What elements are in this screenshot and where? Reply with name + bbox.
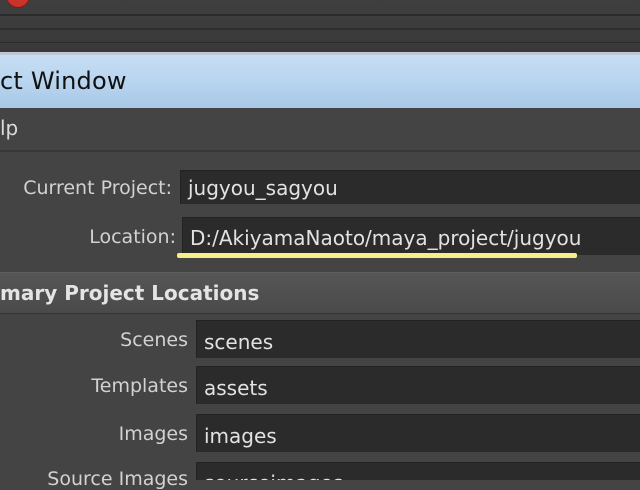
menu-bar: lp [0, 108, 640, 152]
templates-label: Templates [91, 375, 188, 397]
templates-value: assets [204, 376, 268, 400]
current-project-field[interactable]: jugyou_sagyou [180, 170, 640, 204]
highlight-underline [177, 253, 577, 258]
close-icon[interactable] [6, 0, 30, 8]
scenes-label: Scenes [120, 329, 188, 351]
current-project-label: Current Project: [23, 177, 172, 199]
templates-field[interactable]: assets [196, 366, 640, 404]
toolbar-divider [0, 28, 640, 30]
images-value: images [204, 424, 277, 448]
window-title: ct Window [0, 67, 127, 95]
section-title: mary Project Locations [0, 281, 260, 305]
images-field[interactable]: images [196, 414, 640, 452]
source-images-field[interactable]: sourceimages [196, 462, 640, 480]
toolbar-divider [0, 14, 640, 16]
location-label: Location: [89, 226, 176, 248]
scenes-field[interactable]: scenes [196, 320, 640, 358]
title-bar[interactable]: ct Window [0, 55, 640, 108]
parent-window-toolbar [0, 0, 640, 52]
location-field[interactable]: D:/AkiyamaNaoto/maya_project/jugyou [182, 217, 640, 255]
source-images-label: Source Images [47, 468, 188, 490]
location-value: D:/AkiyamaNaoto/maya_project/jugyou [190, 226, 582, 250]
section-header[interactable]: mary Project Locations [0, 272, 640, 314]
source-images-value: sourceimages [204, 471, 343, 480]
images-label: Images [118, 423, 188, 445]
toolbar-divider [0, 42, 640, 43]
scenes-value: scenes [204, 330, 274, 354]
current-project-value: jugyou_sagyou [188, 176, 338, 200]
menu-item-help[interactable]: lp [0, 116, 18, 140]
